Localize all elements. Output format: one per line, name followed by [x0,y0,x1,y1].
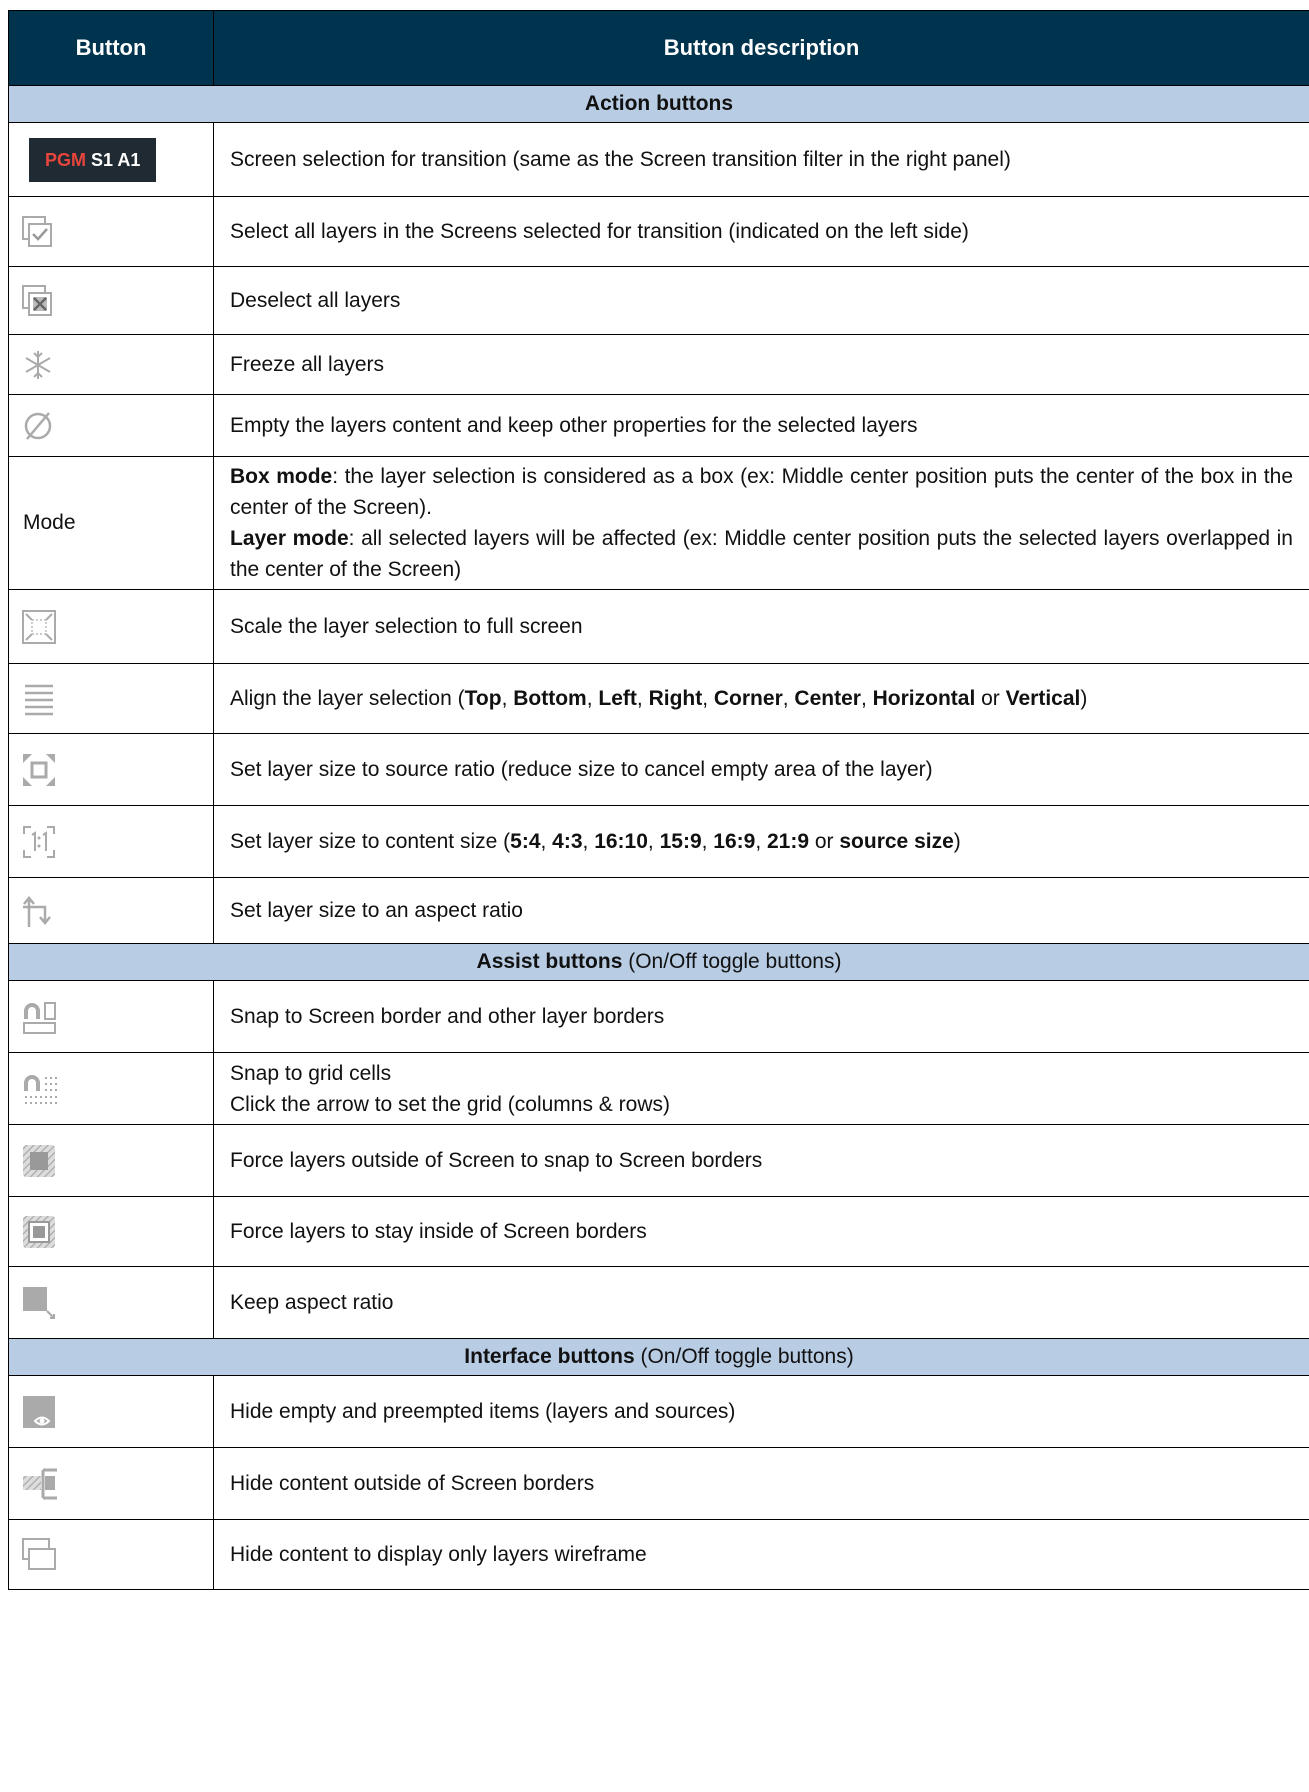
row-description: Deselect all layers [213,266,1309,335]
row-description: Select all layers in the Screens selecte… [213,196,1309,267]
table-row: Snap to Screen border and other layer bo… [8,980,1309,1053]
one-to-one-icon [23,825,55,858]
row-description: Set layer size to an aspect ratio [213,877,1309,944]
snap-grid-icon [24,1074,57,1104]
table-row: Scale the layer selection to full screen [8,589,1309,664]
row-description: Freeze all layers [213,334,1309,395]
table-row: Hide content outside of Screen borders [8,1447,1309,1520]
row-description: Set layer size to content size (5:4, 4:3… [213,805,1309,878]
row-description: Keep aspect ratio [213,1266,1309,1339]
force-snap-icon [23,1144,55,1177]
table-row: PGM S1 A1 Screen selection for transitio… [8,122,1309,197]
pgm-s1-a1-icon: PGM S1 A1 [29,137,157,182]
align-icon [25,684,53,715]
row-description: Box mode: the layer selection is conside… [213,456,1309,590]
row-description: Hide empty and preempted items (layers a… [213,1375,1309,1448]
row-description: Force layers outside of Screen to snap t… [213,1124,1309,1197]
table-row: Hide content to display only layers wire… [8,1519,1309,1590]
table-row: Mode Box mode: the layer selection is co… [8,456,1309,590]
select-all-icon [22,215,52,247]
section-title: Interface buttons [464,1345,635,1368]
wireframe-icon [22,1537,56,1570]
table-row: Set layer size to an aspect ratio [8,877,1309,944]
table-header: Button Button description [8,10,1309,86]
section-action: Action buttons [8,85,1309,123]
row-description: Force layers to stay inside of Screen bo… [213,1196,1309,1267]
hide-eye-icon [23,1395,55,1428]
keep-aspect-icon [23,1286,55,1319]
row-description: Empty the layers content and keep other … [213,394,1309,457]
mode-label: Mode [8,456,214,590]
table-row: Snap to grid cells Click the arrow to set… [8,1052,1309,1125]
header-button: Button [8,10,214,86]
section-title: Assist buttons [476,950,623,973]
row-description: Set layer size to source ratio (reduce s… [213,733,1309,806]
table-row: Select all layers in the Screens selecte… [8,196,1309,267]
row-description: Align the layer selection (Top, Bottom, … [213,663,1309,734]
table-row: Keep aspect ratio [8,1266,1309,1339]
row-description: Snap to grid cells Click the arrow to set… [213,1052,1309,1125]
deselect-all-icon [22,284,52,316]
section-interface: Interface buttons (On/Off toggle buttons… [8,1338,1309,1376]
force-inside-icon [23,1215,55,1248]
section-assist: Assist buttons (On/Off toggle buttons) [8,943,1309,981]
table-row: Force layers to stay inside of Screen bo… [8,1196,1309,1267]
table-row: Empty the layers content and keep other … [8,394,1309,457]
table-row: Force layers outside of Screen to snap t… [8,1124,1309,1197]
table-row: Align the layer selection (Top, Bottom, … [8,663,1309,734]
row-description: Scale the layer selection to full screen [213,589,1309,664]
row-description: Screen selection for transition (same as… [213,122,1309,197]
source-ratio-icon [23,753,55,786]
empty-set-icon [24,411,52,440]
snowflake-icon [25,350,51,379]
table-row: Set layer size to source ratio (reduce s… [8,733,1309,806]
row-description: Hide content outside of Screen borders [213,1447,1309,1520]
scale-full-screen-icon [22,609,56,644]
snap-border-icon [23,1001,56,1034]
header-description: Button description [213,10,1309,86]
section-title: Action buttons [584,92,734,115]
aspect-ratio-icon [23,895,51,927]
row-description: Hide content to display only layers wire… [213,1519,1309,1590]
table-row: Hide empty and preempted items (layers a… [8,1375,1309,1448]
hide-outside-icon [23,1468,57,1499]
table-row: Set layer size to content size (5:4, 4:3… [8,805,1309,878]
buttons-table: Button Button description Action buttons… [8,10,1309,1590]
table-row: Deselect all layers [8,266,1309,335]
row-description: Snap to Screen border and other layer bo… [213,980,1309,1053]
table-row: Freeze all layers [8,334,1309,395]
